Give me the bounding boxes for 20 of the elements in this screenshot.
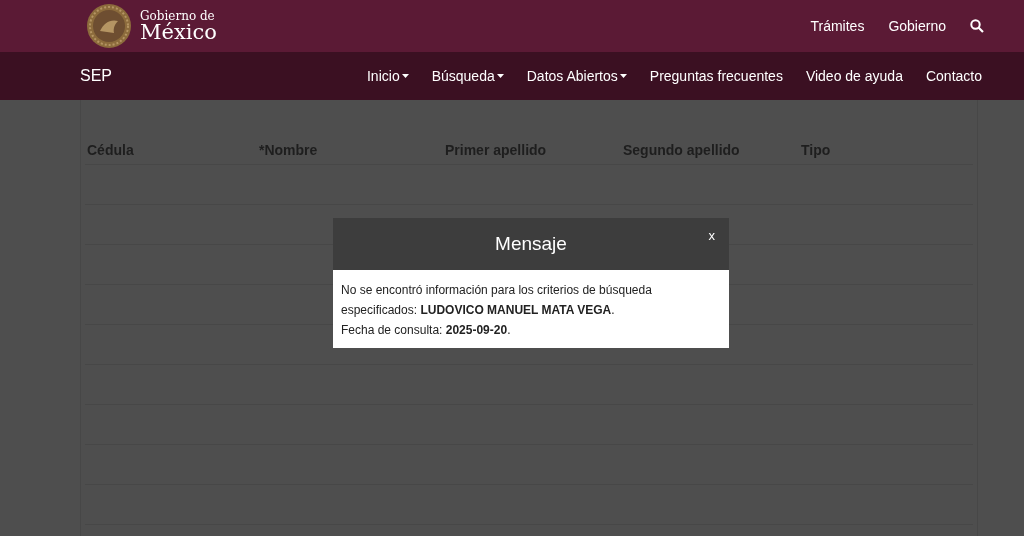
header-link[interactable]: Gobierno <box>888 18 946 34</box>
dialog-title: Mensaje <box>495 233 567 255</box>
logo-text: Gobierno de <box>140 9 215 22</box>
search-icon[interactable] <box>970 19 984 33</box>
emblem-icon <box>86 3 132 49</box>
brand-link[interactable]: SEP <box>80 67 344 85</box>
nav-link[interactable]: Datos Abiertos <box>526 68 627 84</box>
nav-link[interactable]: Inicio <box>367 68 409 84</box>
caret-icon <box>496 74 504 78</box>
message-text: Fecha de consulta: 2025-09-20. <box>341 322 512 339</box>
nav-link[interactable]: Contacto <box>925 68 982 84</box>
nav-link[interactable]: Video de ayuda <box>805 68 903 84</box>
message-text: No se encontró información para los criterios de búsqueda especificados: LUDOVICO MANUEL MATA VEGA. <box>341 282 653 319</box>
caret-icon <box>619 74 627 78</box>
close-button[interactable]: x <box>706 226 717 245</box>
nav-link[interactable]: Preguntas frecuentes <box>649 68 783 84</box>
caret-icon <box>401 74 409 78</box>
nav-link[interactable]: Búsqueda <box>431 68 504 84</box>
logo-text: México <box>140 21 217 43</box>
header-link[interactable]: Trámites <box>810 18 865 34</box>
